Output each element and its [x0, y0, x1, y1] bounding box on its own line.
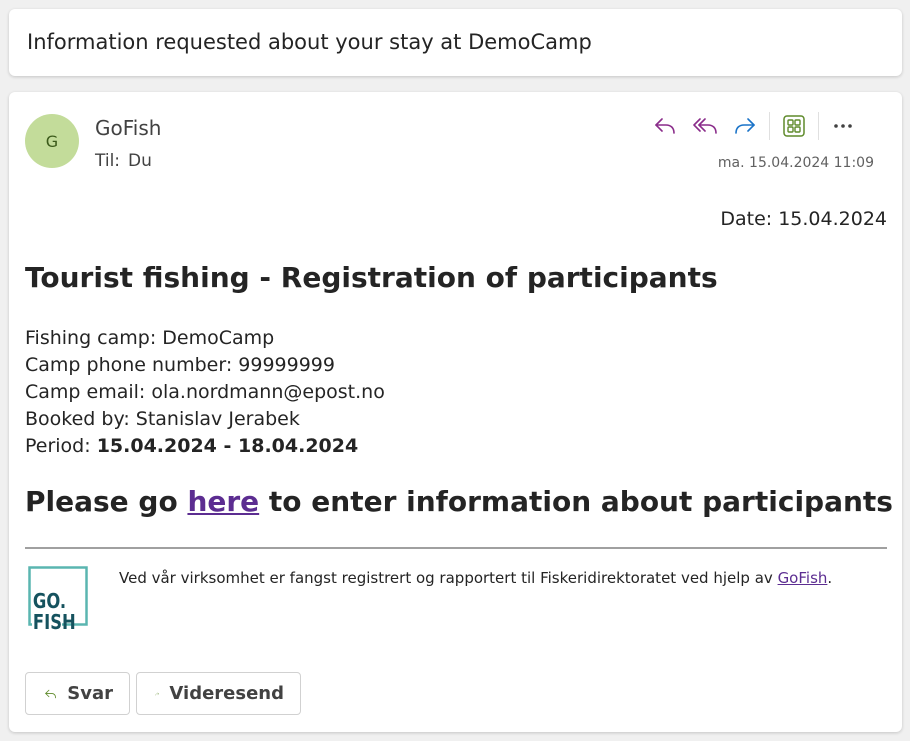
instruction-suffix: to enter information about participants — [268, 485, 893, 518]
more-options-button[interactable] — [823, 108, 863, 144]
sender-name[interactable]: GoFish — [95, 116, 161, 140]
footer-text: Ved vår virksomhet er fangst registrert … — [119, 569, 773, 587]
camp-phone-line: Camp phone number: 99999999 — [25, 354, 335, 376]
recipient-line: Til: Du — [95, 151, 152, 171]
booking-info: Fishing camp: DemoCamp Camp phone number… — [25, 325, 385, 460]
reply-all-button[interactable] — [685, 108, 725, 144]
reply-bottom-button[interactable]: Svar — [25, 672, 130, 715]
body-title: Tourist fishing - Registration of partic… — [25, 261, 718, 294]
logo-text-line1: GO. — [33, 591, 66, 614]
logo-text-line2: FISH — [33, 612, 76, 632]
reply-all-icon — [693, 118, 717, 134]
body-date: Date: 15.04.2024 — [720, 208, 887, 230]
toolbar-divider — [769, 112, 770, 140]
camp-email-line: Camp email: ola.nordmann@epost.no — [25, 381, 385, 403]
booked-by-line: Booked by: Stanislav Jerabek — [25, 408, 300, 430]
gofish-link[interactable]: GoFish — [778, 569, 828, 587]
forward-button[interactable] — [725, 108, 765, 144]
apps-icon — [783, 115, 805, 137]
message-actions — [645, 108, 863, 144]
forward-label: Videresend — [169, 683, 284, 704]
subject-bar: Information requested about your stay at… — [9, 9, 902, 76]
gofish-logo: GO. FISH — [28, 566, 88, 632]
reply-label: Svar — [67, 683, 113, 704]
divider — [25, 547, 887, 549]
reply-icon — [655, 118, 675, 134]
forward-icon — [155, 692, 159, 695]
footer-note: Ved vår virksomhet er fangst registrert … — [119, 569, 832, 587]
footer-end: . — [827, 569, 833, 587]
email-subject: Information requested about your stay at… — [27, 30, 592, 54]
reply-button[interactable] — [645, 108, 685, 144]
more-icon — [834, 124, 852, 128]
toolbar-divider — [818, 112, 819, 140]
to-label: Til: — [95, 151, 121, 171]
participants-instruction: Please go here to enter information abou… — [25, 485, 893, 518]
period-label: Period: — [25, 435, 91, 457]
period-line: Period: 15.04.2024 - 18.04.2024 — [25, 433, 385, 460]
apps-button[interactable] — [774, 108, 814, 144]
avatar[interactable]: G — [25, 114, 79, 168]
forward-icon — [735, 118, 755, 134]
message-timestamp: ma. 15.04.2024 11:09 — [717, 155, 874, 171]
message-card: G GoFish Til: Du ma. 15.04.2024 11:09 Da… — [9, 92, 902, 732]
fishing-camp-line: Fishing camp: DemoCamp — [25, 327, 275, 349]
participants-link[interactable]: here — [187, 485, 259, 518]
recipient-name[interactable]: Du — [128, 151, 152, 171]
instruction-prefix: Please go — [25, 485, 178, 518]
forward-bottom-button[interactable]: Videresend — [136, 672, 301, 715]
reply-icon — [45, 689, 57, 698]
period-value: 15.04.2024 - 18.04.2024 — [96, 435, 359, 457]
